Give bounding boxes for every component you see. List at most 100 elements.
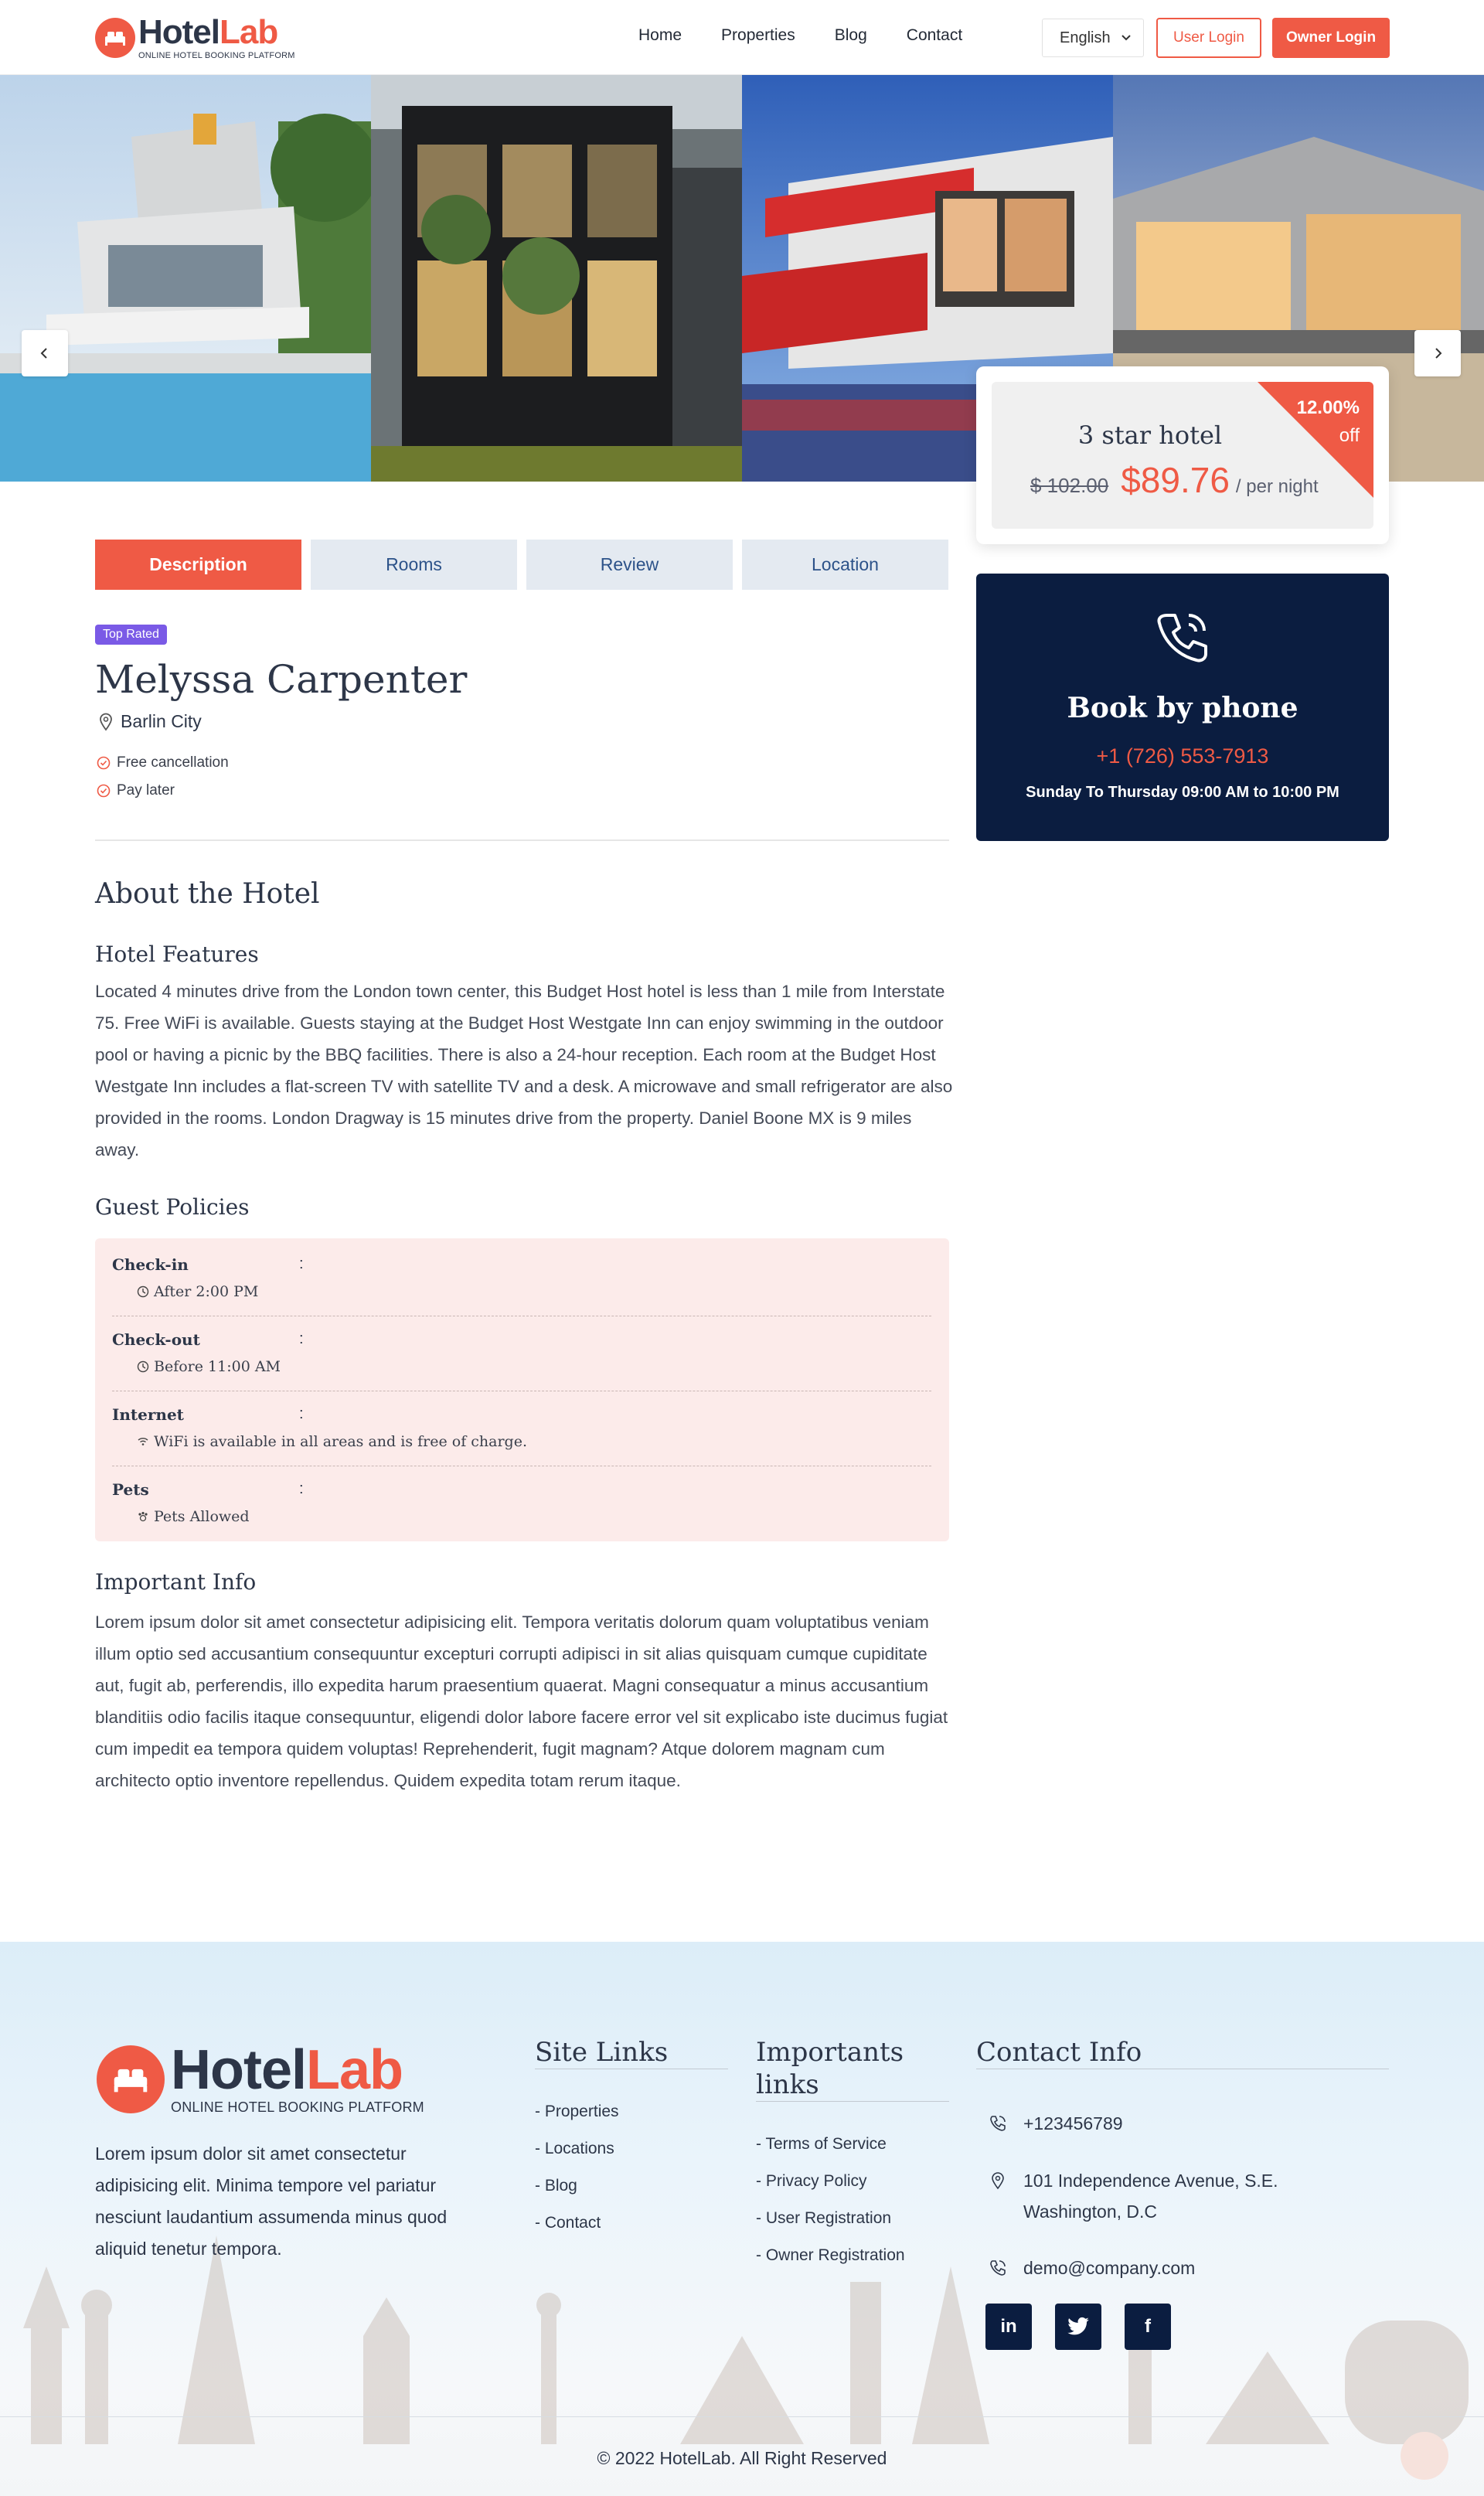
policy-colon: : xyxy=(299,1480,304,1497)
chevron-down-icon xyxy=(1122,35,1131,41)
scroll-to-top-button[interactable] xyxy=(1401,2432,1448,2480)
phone-icon xyxy=(990,2260,1006,2276)
footer-email[interactable]: demo@company.com xyxy=(988,2253,1195,2283)
footer-link-terms[interactable]: - Terms of Service xyxy=(756,2135,887,2154)
feature-free-cancellation: Free cancellation xyxy=(97,754,229,771)
nav-contact[interactable]: Contact xyxy=(907,26,962,45)
footer-link-privacy[interactable]: - Privacy Policy xyxy=(756,2172,867,2191)
language-select[interactable]: English xyxy=(1042,19,1144,57)
logo-tagline: ONLINE HOTEL BOOKING PLATFORM xyxy=(171,2099,424,2115)
current-price: $89.76 xyxy=(1121,460,1230,500)
tab-review[interactable]: Review xyxy=(526,540,733,590)
facebook-button[interactable]: f xyxy=(1125,2304,1171,2350)
wifi-icon xyxy=(138,1438,148,1446)
about-hotel-heading: About the Hotel xyxy=(95,878,320,910)
hotel-location: Barlin City xyxy=(99,711,202,732)
footer-link-blog[interactable]: - Blog xyxy=(535,2177,577,2195)
policy-label: Check-out xyxy=(112,1330,200,1349)
hotel-name: Melyssa Carpenter xyxy=(95,657,468,702)
important-info-text: Lorem ipsum dolor sit amet consectetur a… xyxy=(95,1612,948,1790)
footer-link-owner-registration[interactable]: - Owner Registration xyxy=(756,2246,905,2265)
contact-info-heading: Contact Info xyxy=(976,2037,1142,2068)
map-pin-icon xyxy=(100,713,112,730)
owner-login-button[interactable]: Owner Login xyxy=(1272,18,1390,58)
nav-properties[interactable]: Properties xyxy=(721,26,795,45)
policy-label: Pets xyxy=(112,1480,149,1499)
footer-logo[interactable]: HotelLab ONLINE HOTEL BOOKING PLATFORM xyxy=(97,2042,424,2116)
gallery-image-1[interactable] xyxy=(0,75,371,482)
user-login-button[interactable]: User Login xyxy=(1156,18,1261,58)
policy-colon: : xyxy=(299,1405,304,1422)
policy-value: WiFi is available in all areas and is fr… xyxy=(137,1433,527,1450)
phone-icon xyxy=(990,2116,1006,2131)
hotel-features-heading: Hotel Features xyxy=(95,942,259,967)
footer-link-user-registration[interactable]: - User Registration xyxy=(756,2209,891,2228)
book-by-phone-title: Book by phone xyxy=(1067,692,1298,724)
footer-link-properties[interactable]: - Properties xyxy=(535,2103,619,2121)
important-links-heading-2: links xyxy=(756,2069,819,2100)
check-circle-icon xyxy=(97,756,111,770)
policy-value: Pets Allowed xyxy=(137,1508,250,1525)
important-links-underline xyxy=(756,2101,949,2102)
old-price: $ 102.00 xyxy=(1030,474,1109,497)
footer-email-text: demo@company.com xyxy=(1023,2258,1196,2278)
tab-location[interactable]: Location xyxy=(742,540,948,590)
clock-icon xyxy=(137,1360,149,1373)
map-pin-icon xyxy=(992,2172,1004,2190)
policy-value: After 2:00 PM xyxy=(137,1283,258,1300)
site-links-heading: Site Links xyxy=(535,2037,669,2068)
paw-icon xyxy=(138,1511,148,1522)
policy-value-text: After 2:00 PM xyxy=(154,1283,259,1300)
feature-label: Pay later xyxy=(117,782,175,799)
twitter-button[interactable] xyxy=(1055,2304,1101,2350)
linkedin-button[interactable]: in xyxy=(985,2304,1032,2350)
footer-link-contact[interactable]: - Contact xyxy=(535,2214,601,2232)
section-divider xyxy=(95,839,949,841)
detail-tabs: Description Rooms Review Location xyxy=(95,540,948,590)
top-navbar: HotelLab ONLINE HOTEL BOOKING PLATFORM H… xyxy=(0,0,1484,75)
policy-colon: : xyxy=(299,1330,304,1347)
facebook-icon: f xyxy=(1145,2316,1151,2337)
nav-blog[interactable]: Blog xyxy=(835,26,867,45)
important-links-heading-1: Importants xyxy=(756,2037,904,2068)
policy-value-text: Before 11:00 AM xyxy=(154,1358,281,1375)
logo-name-part1: Hotel xyxy=(171,2039,307,2101)
linkedin-icon: in xyxy=(1000,2316,1017,2337)
gallery-image-2[interactable] xyxy=(371,75,742,482)
footer-address: 101 Independence Avenue, S.E. Washington… xyxy=(988,2165,1278,2227)
top-rated-badge: Top Rated xyxy=(95,625,167,645)
price-card: 12.00% off 3 star hotel $ 102.00 $89.76 … xyxy=(976,366,1389,544)
nav-home[interactable]: Home xyxy=(638,26,682,45)
discount-percent: 12.00% xyxy=(1296,397,1360,418)
phone-call-icon xyxy=(1157,614,1207,662)
hotel-features-text: Located 4 minutes drive from the London … xyxy=(95,982,953,1159)
per-night-label: / per night xyxy=(1235,476,1319,497)
policy-value-text: Pets Allowed xyxy=(154,1508,250,1525)
copyright-text: © 2022 HotelLab. All Right Reserved xyxy=(597,2448,887,2468)
footer-divider xyxy=(0,2416,1484,2417)
policy-colon: : xyxy=(299,1255,304,1272)
site-logo[interactable]: HotelLab ONLINE HOTEL BOOKING PLATFORM xyxy=(95,15,295,60)
gallery-prev-button[interactable] xyxy=(22,330,68,376)
footer-phone[interactable]: +123456789 xyxy=(988,2108,1123,2139)
policy-label: Check-in xyxy=(112,1255,189,1274)
gallery-next-button[interactable] xyxy=(1414,330,1461,376)
booking-hours: Sunday To Thursday 09:00 AM to 10:00 PM xyxy=(1026,784,1339,801)
tab-rooms[interactable]: Rooms xyxy=(311,540,517,590)
footer-link-locations[interactable]: - Locations xyxy=(535,2140,614,2158)
important-info-heading: Important Info xyxy=(95,1569,257,1595)
check-circle-icon xyxy=(97,784,111,798)
logo-name-part2: Lab xyxy=(306,2039,403,2101)
footer-address-line2: Washington, D.C xyxy=(1023,2201,1157,2222)
book-by-phone-card: Book by phone +1 (726) 553-7913 Sunday T… xyxy=(976,574,1389,841)
bed-icon xyxy=(95,18,135,58)
main-nav: Home Properties Blog Contact xyxy=(638,26,1002,45)
tab-description[interactable]: Description xyxy=(95,540,301,590)
hotel-stars-label: 3 star hotel xyxy=(1077,421,1223,450)
booking-phone-number[interactable]: +1 (726) 553-7913 xyxy=(976,744,1389,768)
policy-value: Before 11:00 AM xyxy=(137,1358,281,1375)
chevron-left-icon xyxy=(40,348,47,359)
policy-value-text: WiFi is available in all areas and is fr… xyxy=(154,1433,527,1450)
discount-off-label: off xyxy=(1339,425,1360,446)
logo-name-part1: Hotel xyxy=(138,13,220,51)
